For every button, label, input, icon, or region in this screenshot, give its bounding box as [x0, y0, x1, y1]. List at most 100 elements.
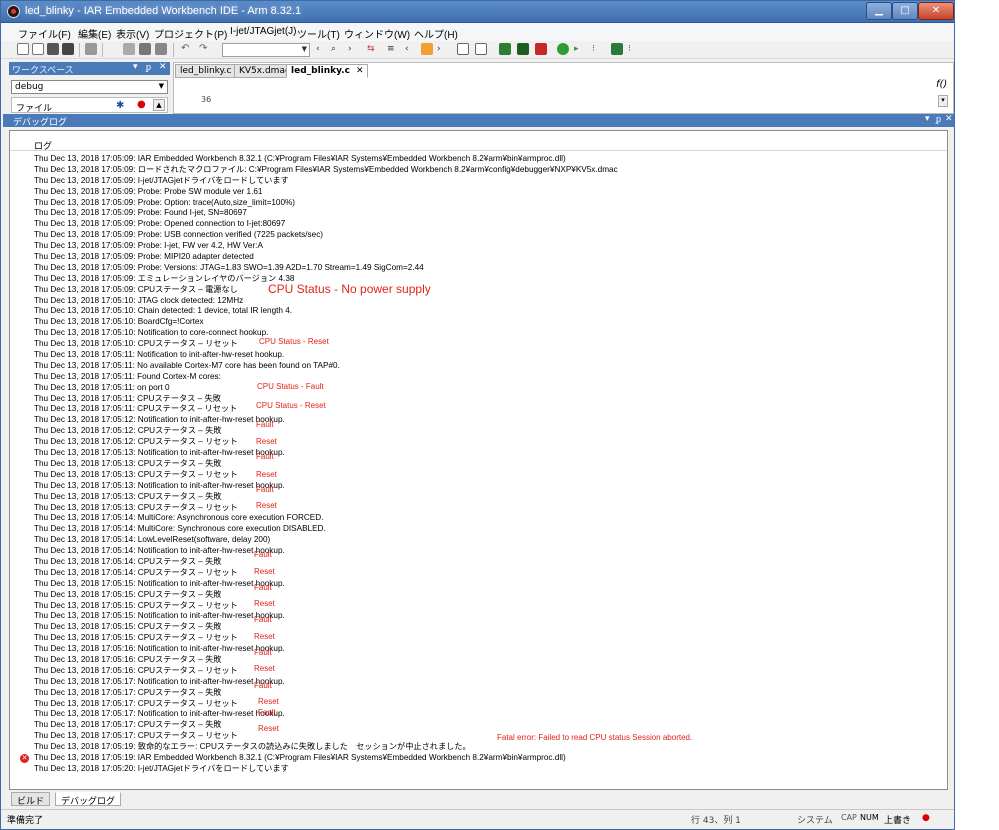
- find-combo[interactable]: ▼: [222, 43, 310, 57]
- tab-led-blinky-active[interactable]: led_blinky.c ✕: [286, 64, 369, 78]
- log-line-text: Thu Dec 13, 2018 17:05:15: CPUステータス – 失敗: [34, 622, 222, 632]
- open-icon[interactable]: [32, 43, 44, 55]
- dropdown-icon[interactable]: ▾: [925, 114, 930, 124]
- nav-forward-icon[interactable]: ›: [437, 43, 449, 55]
- log-line-text: Thu Dec 13, 2018 17:05:17: CPUステータス – リセ…: [34, 731, 238, 741]
- menu-project[interactable]: プロジェクト(P): [154, 26, 227, 41]
- function-list-icon[interactable]: f(): [936, 79, 947, 90]
- print-icon[interactable]: [85, 43, 97, 55]
- menu-window[interactable]: ウィンドウ(W): [344, 26, 410, 41]
- overflow-icon[interactable]: ⁝: [592, 43, 604, 55]
- nav-back-icon[interactable]: ‹: [405, 43, 417, 55]
- pin-icon[interactable]: ᵱ: [146, 62, 151, 73]
- dropdown-icon[interactable]: ▾: [133, 62, 138, 72]
- close-icon[interactable]: ✕: [159, 62, 167, 72]
- tree-icon[interactable]: [611, 43, 623, 55]
- log-line: Thu Dec 13, 2018 17:05:13: CPUステータス – リセ…: [34, 503, 934, 514]
- close-button[interactable]: ✕: [918, 2, 954, 20]
- menu-ijet[interactable]: I-jet/JTAGjet(J): [230, 26, 296, 37]
- breakpoint-icon[interactable]: [535, 43, 547, 55]
- log-line: Thu Dec 13, 2018 17:05:13: CPUステータス – 失敗: [34, 492, 934, 503]
- tab-debug-log[interactable]: デバッグログ: [55, 792, 122, 807]
- log-column-header[interactable]: ログ: [10, 137, 947, 152]
- ide-window: led_blinky - IAR Embedded Workbench IDE …: [0, 0, 955, 830]
- cut-icon[interactable]: [123, 43, 135, 55]
- log-line: Thu Dec 13, 2018 17:05:16: CPUステータス – リセ…: [34, 666, 934, 677]
- close-icon[interactable]: ✕: [945, 114, 953, 124]
- log-line: Thu Dec 13, 2018 17:05:15: CPUステータス – 失敗: [34, 622, 934, 633]
- title-bar[interactable]: led_blinky - IAR Embedded Workbench IDE …: [1, 1, 954, 23]
- log-line-text: Thu Dec 13, 2018 17:05:14: MultiCore: Sy…: [34, 524, 326, 534]
- next-icon[interactable]: ›: [348, 43, 360, 55]
- maximize-button[interactable]: □: [892, 2, 918, 20]
- overflow-icon[interactable]: ⁝: [628, 43, 640, 55]
- annotation-fault: Fault: [254, 681, 272, 690]
- log-line: Thu Dec 13, 2018 17:05:14: LowLevelReset…: [34, 535, 934, 546]
- scroll-up-button[interactable]: ▲: [153, 99, 165, 111]
- bookmark-icon[interactable]: ⇆: [367, 43, 379, 55]
- log-line-text: Thu Dec 13, 2018 17:05:19: IAR Embedded …: [34, 752, 566, 762]
- toolbar-separator: [79, 43, 80, 57]
- tab-led-blinky-1[interactable]: led_blinky.c: [175, 64, 237, 78]
- prev-icon[interactable]: ‹: [316, 43, 328, 55]
- annotation-fatal-error: Fatal error: Failed to read CPU status S…: [497, 733, 693, 742]
- log-line-text: Thu Dec 13, 2018 17:05:13: CPUステータス – リセ…: [34, 502, 238, 512]
- run-icon[interactable]: ▸: [574, 43, 586, 55]
- stop-build-icon[interactable]: [499, 43, 511, 55]
- minimize-button[interactable]: ▁: [866, 2, 892, 20]
- log-line: Thu Dec 13, 2018 17:05:14: Notification …: [34, 546, 934, 557]
- log-line: Thu Dec 13, 2018 17:05:09: Probe: Option…: [34, 198, 934, 209]
- menu-edit[interactable]: 編集(E): [78, 26, 111, 41]
- annotation-reset: Reset: [258, 697, 279, 706]
- close-tab-icon[interactable]: ✕: [356, 66, 364, 76]
- log-line-text: Thu Dec 13, 2018 17:05:09: Probe: Found …: [34, 208, 247, 218]
- save-all-icon[interactable]: [62, 43, 74, 55]
- indent-icon[interactable]: ≡: [387, 43, 399, 55]
- annotation-reset: Reset: [254, 567, 275, 576]
- annotation-fault: Fault: [254, 615, 272, 624]
- log-line: Thu Dec 13, 2018 17:05:15: CPUステータス – リセ…: [34, 633, 934, 644]
- annotation-no-power: CPU Status - No power supply: [268, 282, 431, 296]
- log-line-text: Thu Dec 13, 2018 17:05:09: エミュレーションレイヤのバ…: [34, 273, 295, 283]
- go-icon[interactable]: [557, 43, 569, 55]
- log-line: Thu Dec 13, 2018 17:05:15: CPUステータス – 失敗: [34, 590, 934, 601]
- find-icon[interactable]: ⌕: [331, 43, 343, 55]
- debug-icon[interactable]: [517, 43, 529, 55]
- menu-view[interactable]: 表示(V): [116, 26, 149, 41]
- make-icon[interactable]: [475, 43, 487, 55]
- config-select[interactable]: debug ▼: [11, 80, 168, 94]
- log-line-text: Thu Dec 13, 2018 17:05:09: Probe: Versio…: [34, 262, 424, 272]
- debug-log-pane[interactable]: ログ Thu Dec 13, 2018 17:05:09: IAR Embedd…: [9, 130, 948, 790]
- log-line-text: Thu Dec 13, 2018 17:05:14: CPUステータス – リセ…: [34, 567, 238, 577]
- undo-icon[interactable]: ↶: [181, 43, 193, 55]
- compile-icon[interactable]: [457, 43, 469, 55]
- log-line-text: Thu Dec 13, 2018 17:05:14: CPUステータス – 失敗: [34, 556, 222, 566]
- menu-file[interactable]: ファイル(F): [18, 26, 71, 41]
- copy-icon[interactable]: [139, 43, 151, 55]
- menu-help[interactable]: ヘルプ(H): [414, 26, 458, 41]
- pin-icon[interactable]: ᵱ: [936, 114, 941, 125]
- gear-icon[interactable]: ✱: [116, 100, 124, 111]
- workspace-title: ワークスペース: [12, 66, 74, 76]
- background-margin: [955, 0, 999, 830]
- annotation-reset: Reset: [254, 599, 275, 608]
- log-line-text: Thu Dec 13, 2018 17:05:15: Notification …: [34, 611, 285, 621]
- shield-icon[interactable]: [421, 43, 433, 55]
- log-line: Thu Dec 13, 2018 17:05:09: IAR Embedded …: [34, 154, 934, 165]
- log-line-text: Thu Dec 13, 2018 17:05:13: CPUステータス – リセ…: [34, 469, 238, 479]
- menu-tools[interactable]: ツール(T): [297, 26, 340, 41]
- new-file-icon[interactable]: [17, 43, 29, 55]
- log-line-text: Thu Dec 13, 2018 17:05:10: BoardCfg=!Cor…: [34, 317, 204, 327]
- error-icon: ✕: [20, 753, 29, 763]
- log-line-text: Thu Dec 13, 2018 17:05:10: CPUステータス – リセ…: [34, 339, 238, 349]
- save-icon[interactable]: [47, 43, 59, 55]
- toolbar: ↶ ↷ ▼ ‹ ⌕ › ⇆ ≡ ‹ › ▸ ⁝ ⁝: [1, 41, 954, 59]
- annotation-fault: Fault: [254, 648, 272, 657]
- window-title: led_blinky - IAR Embedded Workbench IDE …: [25, 5, 302, 17]
- log-line-text: Thu Dec 13, 2018 17:05:15: CPUステータス – リセ…: [34, 600, 238, 610]
- paste-icon[interactable]: [155, 43, 167, 55]
- redo-icon[interactable]: ↷: [199, 43, 211, 55]
- status-error-dot-icon: ●: [922, 813, 930, 823]
- editor-scroll-button[interactable]: ▾: [938, 95, 948, 107]
- tab-build[interactable]: ビルド: [11, 792, 51, 807]
